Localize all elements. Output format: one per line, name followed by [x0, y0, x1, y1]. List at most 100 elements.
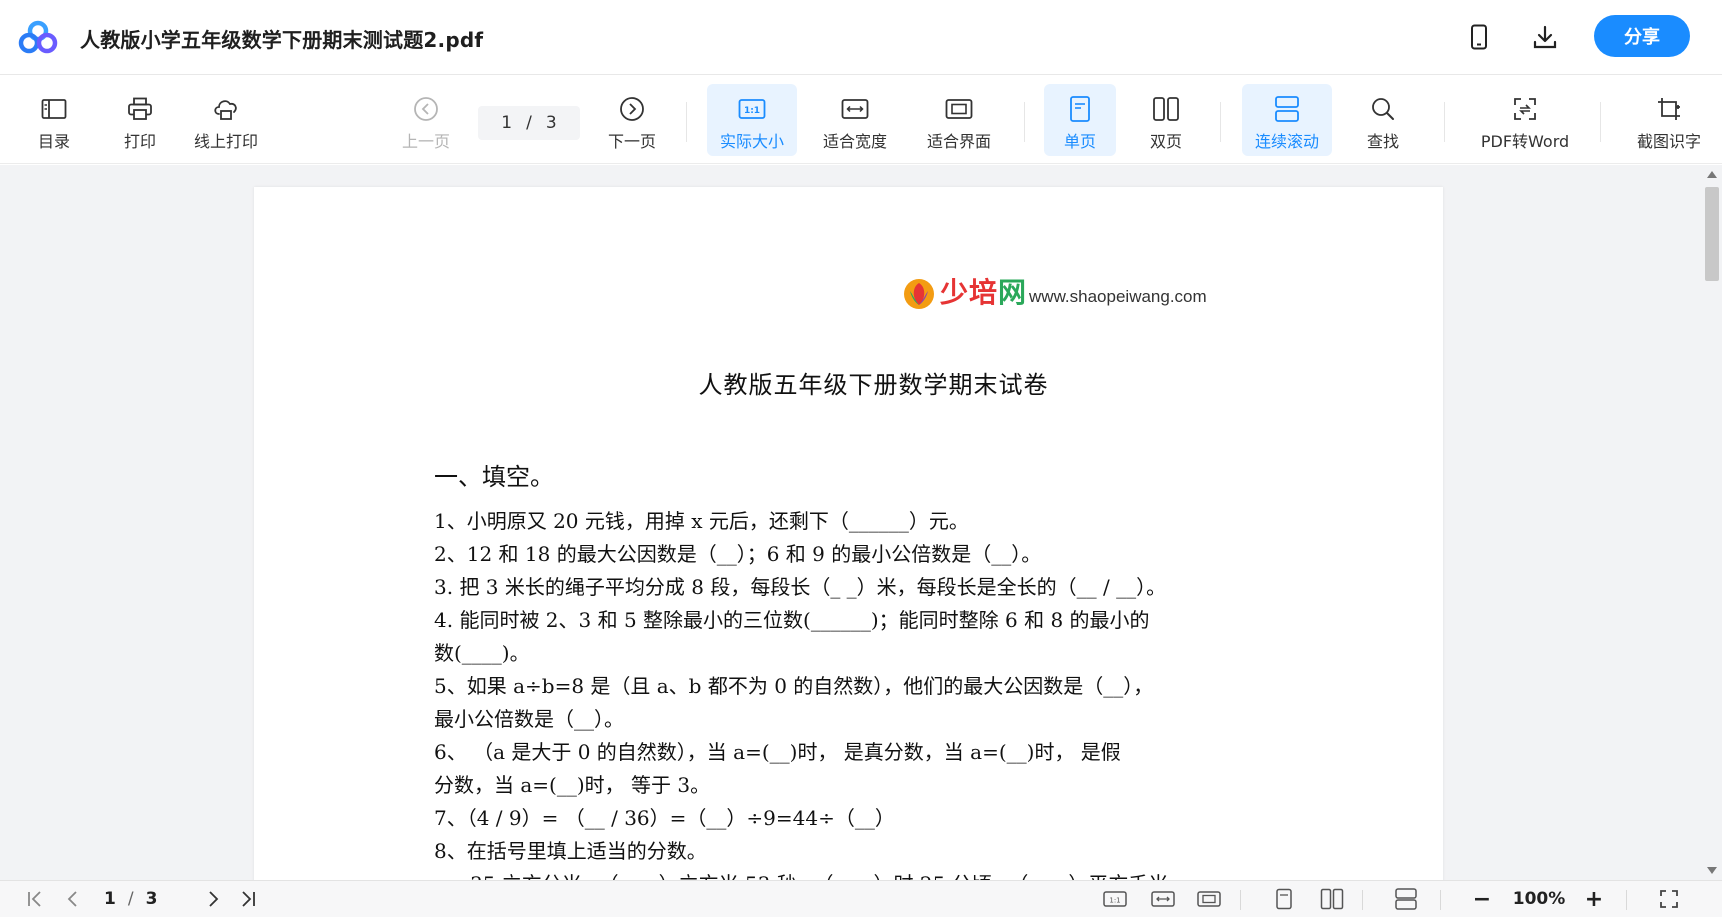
question-list: 1、小明原又 20 元钱，用掉 x 元后，还剩下（______）元。 2、12 …: [434, 505, 1294, 880]
share-button[interactable]: 分享: [1594, 15, 1690, 57]
fit-screen-button[interactable]: 适合界面: [916, 84, 1002, 156]
mobile-view-icon[interactable]: [1464, 22, 1494, 52]
single-page-button[interactable]: 单页: [1044, 84, 1116, 156]
title-bar: 人教版小学五年级数学下册期末测试题2.pdf 分享: [0, 0, 1722, 75]
fit-screen-label: 适合界面: [926, 132, 991, 151]
search-icon: [1368, 94, 1398, 124]
single-page-icon: [1065, 94, 1095, 124]
page-separator: /: [526, 113, 532, 133]
pdf-to-word-button[interactable]: PDF转Word: [1470, 84, 1580, 156]
actual-size-button[interactable]: 1:1 实际大小: [707, 84, 797, 156]
status-double-page-icon[interactable]: [1318, 887, 1346, 911]
prev-page-label: 上一页: [401, 132, 450, 151]
cloud-print-icon: [211, 94, 241, 124]
status-divider: [1362, 890, 1363, 910]
double-page-icon: [1151, 94, 1181, 124]
brand-name: 少培网: [940, 276, 1028, 309]
zoom-level: 100%: [1512, 889, 1566, 909]
toolbar-divider: [1444, 102, 1445, 142]
document-heading: 人教版五年级下册数学期末试卷: [698, 371, 1049, 399]
toolbar: 目录 打印 线上打印 上一页 1 / 3 下一页 1:1 实际大小 适合宽度 适…: [0, 76, 1722, 164]
status-continuous-scroll-icon[interactable]: [1392, 887, 1420, 911]
pdf-to-word-label: PDF转Word: [1480, 132, 1570, 151]
sidebar-toc-icon: [39, 94, 69, 124]
online-print-button[interactable]: 线上打印: [186, 84, 266, 156]
print-label: 打印: [123, 132, 156, 151]
fit-width-label: 适合宽度: [822, 132, 887, 151]
toolbar-divider: [1600, 102, 1601, 142]
toolbar-divider: [686, 102, 687, 142]
double-page-button[interactable]: 双页: [1130, 84, 1202, 156]
brand-url: www.shaopeiwang.com: [1029, 287, 1207, 306]
prev-page-arrow-icon[interactable]: [62, 887, 84, 911]
status-total-pages: 3: [145, 889, 158, 909]
question-line: 2、12 和 18 的最大公因数是（__）；6 和 9 的最小公倍数是（__）。: [434, 542, 1042, 566]
status-actual-size-icon[interactable]: 1:1: [1102, 887, 1128, 911]
status-divider: [1240, 890, 1241, 910]
status-fit-screen-icon[interactable]: [1196, 887, 1222, 911]
fit-screen-icon: [944, 94, 974, 124]
vertical-scrollbar[interactable]: [1702, 165, 1722, 880]
scroll-up-arrow-icon[interactable]: [1707, 171, 1717, 178]
screenshot-ocr-button[interactable]: 截图识字: [1626, 84, 1712, 156]
total-pages: 3: [545, 113, 557, 133]
svg-text:1:1: 1:1: [1109, 897, 1120, 905]
section-heading: 一、填空。: [434, 463, 554, 491]
scrollbar-thumb[interactable]: [1705, 187, 1719, 281]
question-line: 3. 把 3 米长的绳子平均分成 8 段，每段长（_ _）米，每段长是全长的（_…: [434, 575, 1167, 599]
continuous-scroll-button[interactable]: 连续滚动: [1242, 84, 1332, 156]
convert-icon: [1510, 94, 1540, 124]
fullscreen-icon[interactable]: [1656, 887, 1682, 911]
online-print-label: 线上打印: [193, 132, 258, 151]
question-line: 7、（4 / 9）= （__ / 36）=（__）÷9=44÷（__）: [434, 806, 895, 830]
prev-page-button[interactable]: 上一页: [398, 84, 454, 156]
single-page-label: 单页: [1063, 132, 1096, 151]
document-viewer[interactable]: 少培网 www.shaopeiwang.com 人教版五年级下册数学期末试卷 一…: [0, 165, 1702, 880]
crop-icon: [1654, 94, 1684, 124]
actual-size-label: 实际大小: [719, 132, 784, 151]
first-page-icon[interactable]: [24, 887, 46, 911]
last-page-icon[interactable]: [236, 887, 260, 911]
status-divider: [1626, 890, 1627, 910]
question-line: 1、小明原又 20 元钱，用掉 x 元后，还剩下（______）元。: [434, 509, 969, 533]
svg-text:1:1: 1:1: [744, 106, 760, 116]
question-line: 6、 （a 是大于 0 的自然数），当 a=(__)时， 是真分数，当 a=(_…: [434, 740, 1121, 764]
search-button[interactable]: 查找: [1352, 84, 1414, 156]
page-number-input[interactable]: 1 / 3: [478, 106, 580, 140]
zoom-out-button[interactable]: −: [1470, 887, 1494, 912]
next-page-arrow-icon[interactable]: [202, 887, 224, 911]
baidu-netdisk-logo-icon: [18, 20, 58, 54]
status-fit-width-icon[interactable]: [1150, 887, 1176, 911]
question-line: 分数，当 a=(__)时， 等于 3。: [434, 773, 711, 797]
question-line: 数(____)。: [434, 641, 530, 665]
zoom-in-button[interactable]: +: [1582, 887, 1606, 912]
next-page-label: 下一页: [607, 132, 656, 151]
scroll-down-arrow-icon[interactable]: [1707, 867, 1717, 874]
status-page-indicator[interactable]: 1 / 3: [104, 887, 184, 911]
printer-icon: [125, 94, 155, 124]
watermark-brand: 少培网 www.shaopeiwang.com: [902, 271, 1207, 311]
actual-size-icon: 1:1: [737, 94, 767, 124]
toc-button[interactable]: 目录: [30, 84, 78, 156]
print-button[interactable]: 打印: [116, 84, 164, 156]
download-icon[interactable]: [1530, 22, 1560, 52]
continuous-scroll-label: 连续滚动: [1254, 132, 1319, 151]
status-divider: [1440, 890, 1441, 910]
pdf-page: 少培网 www.shaopeiwang.com 人教版五年级下册数学期末试卷 一…: [254, 187, 1443, 880]
question-line: 8、在括号里填上适当的分数。: [434, 839, 707, 863]
continuous-scroll-icon: [1272, 94, 1302, 124]
search-label: 查找: [1366, 132, 1399, 151]
chevron-right-circle-icon: [617, 94, 647, 124]
status-page-separator: /: [127, 889, 134, 909]
question-line: 最小公倍数是（__）。: [434, 707, 624, 731]
toolbar-divider: [1024, 102, 1025, 142]
status-single-page-icon[interactable]: [1272, 887, 1296, 911]
toc-label: 目录: [37, 132, 70, 151]
double-page-label: 双页: [1149, 132, 1182, 151]
screenshot-ocr-label: 截图识字: [1636, 132, 1701, 151]
toolbar-divider: [1220, 102, 1221, 142]
question-line: 4. 能同时被 2、3 和 5 整除最小的三位数(______)；能同时整除 6…: [434, 608, 1150, 632]
fit-width-button[interactable]: 适合宽度: [812, 84, 898, 156]
next-page-button[interactable]: 下一页: [604, 84, 660, 156]
brand-logo-icon: [904, 279, 934, 309]
